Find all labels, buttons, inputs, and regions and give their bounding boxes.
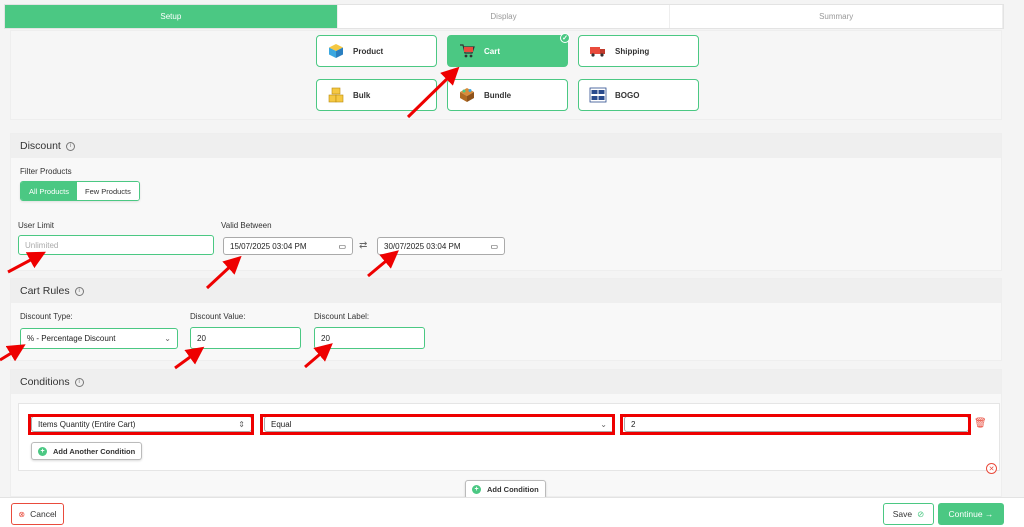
- cancel-icon: ⊗: [18, 509, 26, 519]
- save-button[interactable]: Save ⊘: [883, 503, 934, 525]
- add-another-condition-button[interactable]: + Add Another Condition: [31, 442, 143, 460]
- discount-type-label: Discount Type:: [20, 312, 73, 321]
- plus-icon: +: [472, 485, 481, 494]
- section-header: Conditions i: [11, 370, 1001, 394]
- type-card-label: Product: [353, 46, 384, 56]
- tab-display[interactable]: Display: [338, 5, 671, 28]
- type-card-shipping[interactable]: Shipping: [578, 35, 699, 67]
- calendar-icon: ▭: [490, 241, 498, 251]
- type-card-label: Shipping: [615, 46, 650, 56]
- user-limit-label: User Limit: [18, 221, 55, 230]
- discount-type-value: % - Percentage Discount: [27, 334, 116, 343]
- truck-icon: [589, 43, 607, 59]
- section-header: Discount i: [11, 134, 1001, 158]
- type-card-label: Bulk: [353, 90, 371, 100]
- tab-setup[interactable]: Setup: [5, 5, 338, 28]
- type-card-cart[interactable]: Cart ✓: [447, 33, 570, 67]
- start-date-value: 15/07/2025 03:04 PM: [230, 241, 307, 251]
- all-products-option[interactable]: All Products: [21, 182, 78, 200]
- type-card-product[interactable]: Product: [316, 35, 437, 67]
- discount-section: Discount i Filter Products All Products …: [10, 133, 1002, 271]
- info-icon: i: [65, 141, 75, 151]
- wizard-tabs: Setup Display Summary: [4, 4, 1004, 29]
- info-icon: i: [74, 286, 84, 296]
- trash-icon[interactable]: 🗑: [974, 418, 987, 429]
- check-circle-icon: ⊘: [917, 508, 925, 519]
- cancel-label: Cancel: [30, 509, 57, 519]
- save-label: Save: [892, 509, 913, 519]
- start-date-input[interactable]: 15/07/2025 03:04 PM ▭: [223, 237, 353, 255]
- type-card-bulk[interactable]: Bulk: [316, 79, 437, 111]
- discount-value-input[interactable]: 20: [190, 327, 301, 349]
- filter-products-toggle: All Products Few Products: [20, 181, 140, 201]
- end-date-input[interactable]: 30/07/2025 03:04 PM ▭: [377, 237, 505, 255]
- discount-type-select[interactable]: % - Percentage Discount ⌄: [20, 328, 178, 349]
- type-card-label: Bundle: [484, 90, 512, 100]
- section-title: Conditions: [20, 376, 70, 388]
- discount-type-panel: Product Cart ✓ Shipping Bulk Bundle BOGO: [10, 30, 1002, 120]
- bogo-icon: [589, 87, 607, 103]
- discount-label-label: Discount Label:: [314, 312, 370, 321]
- calendar-icon: ▭: [338, 241, 346, 251]
- section-title: Discount: [20, 140, 61, 152]
- end-date-value: 30/07/2025 03:04 PM: [384, 241, 461, 251]
- tab-summary[interactable]: Summary: [670, 5, 1004, 28]
- boxes-icon: [327, 87, 345, 103]
- info-icon: i: [74, 377, 84, 387]
- cancel-button[interactable]: ⊗ Cancel: [11, 503, 64, 525]
- section-header: Cart Rules i: [11, 279, 1001, 303]
- annotation-box: [260, 414, 615, 435]
- section-title: Cart Rules: [20, 285, 70, 297]
- user-limit-input[interactable]: Unlimited: [18, 235, 214, 255]
- type-card-bogo[interactable]: BOGO: [578, 79, 699, 111]
- type-card-label: Cart: [484, 46, 501, 56]
- selected-check-icon: ✓: [560, 33, 570, 43]
- add-condition-label: Add Condition: [487, 485, 539, 494]
- footer-bar: ⊗ Cancel Save ⊘ Continue →: [0, 497, 1024, 527]
- cart-rules-section: Cart Rules i Discount Type: % - Percenta…: [10, 278, 1002, 361]
- plus-icon: +: [38, 446, 47, 456]
- cart-icon: [458, 43, 476, 59]
- annotation-box: [28, 414, 254, 435]
- discount-label-input[interactable]: 20: [314, 327, 425, 349]
- annotation-box: [620, 414, 971, 435]
- type-card-bundle[interactable]: Bundle: [447, 79, 568, 111]
- continue-button[interactable]: Continue →: [938, 503, 1004, 525]
- type-card-label: BOGO: [615, 90, 640, 100]
- add-another-condition-label: Add Another Condition: [53, 446, 136, 456]
- discount-value-label: Discount Value:: [190, 312, 246, 321]
- remove-group-icon[interactable]: ✕: [986, 463, 997, 474]
- chevron-down-icon: ⌄: [164, 334, 171, 343]
- swap-icon: ⇄: [359, 240, 368, 251]
- filter-products-label: Filter Products: [20, 167, 72, 176]
- few-products-option[interactable]: Few Products: [77, 182, 139, 200]
- box-icon: [327, 43, 345, 59]
- bundle-icon: [458, 87, 476, 103]
- valid-between-label: Valid Between: [221, 221, 272, 230]
